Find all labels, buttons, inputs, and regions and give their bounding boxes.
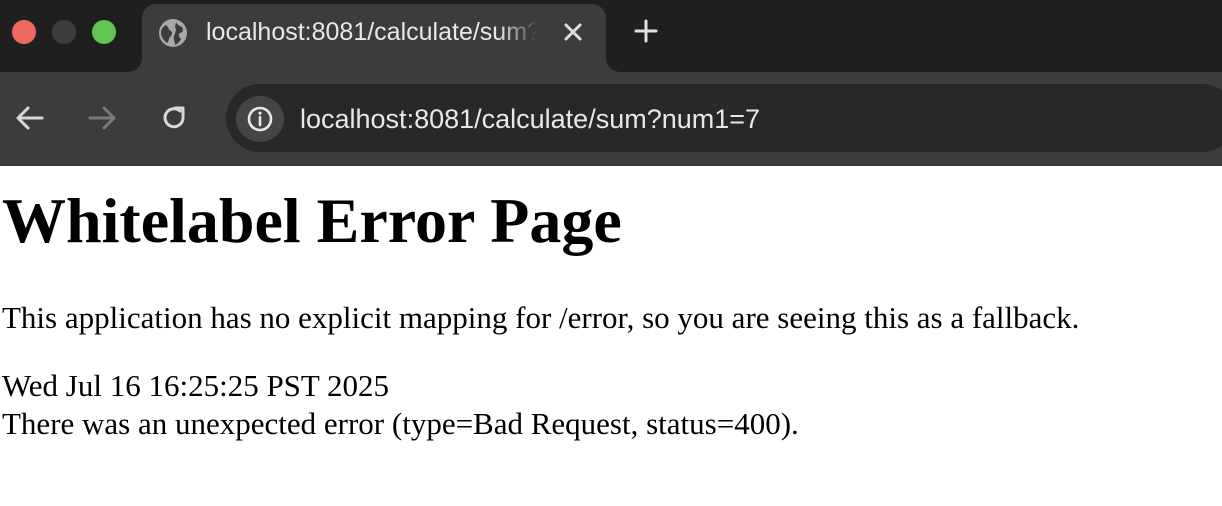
error-message: There was an unexpected error (type=Bad … [2, 406, 799, 441]
window-close-button[interactable] [12, 20, 36, 44]
info-icon[interactable] [236, 96, 284, 142]
tab-corner [128, 58, 142, 72]
url-text[interactable]: localhost:8081/calculate/sum?num1=7 [300, 101, 760, 137]
plus-icon[interactable] [630, 15, 662, 47]
page-content: Whitelabel Error Page This application h… [0, 166, 1222, 506]
globe-icon [158, 18, 188, 48]
close-icon[interactable] [560, 19, 586, 45]
error-description: This application has no explicit mapping… [2, 300, 1080, 335]
window-minimize-button[interactable] [52, 20, 76, 44]
error-timestamp: Wed Jul 16 16:25:25 PST 2025 [2, 368, 390, 403]
page-title: Whitelabel Error Page [2, 185, 622, 256]
window-maximize-button[interactable] [92, 20, 116, 44]
reload-icon[interactable] [156, 100, 192, 136]
arrow-right-icon[interactable] [84, 100, 120, 136]
arrow-left-icon[interactable] [12, 100, 48, 136]
tab-title: localhost:8081/calculate/sum?num1=7 [206, 18, 538, 46]
tab-corner [606, 58, 620, 72]
